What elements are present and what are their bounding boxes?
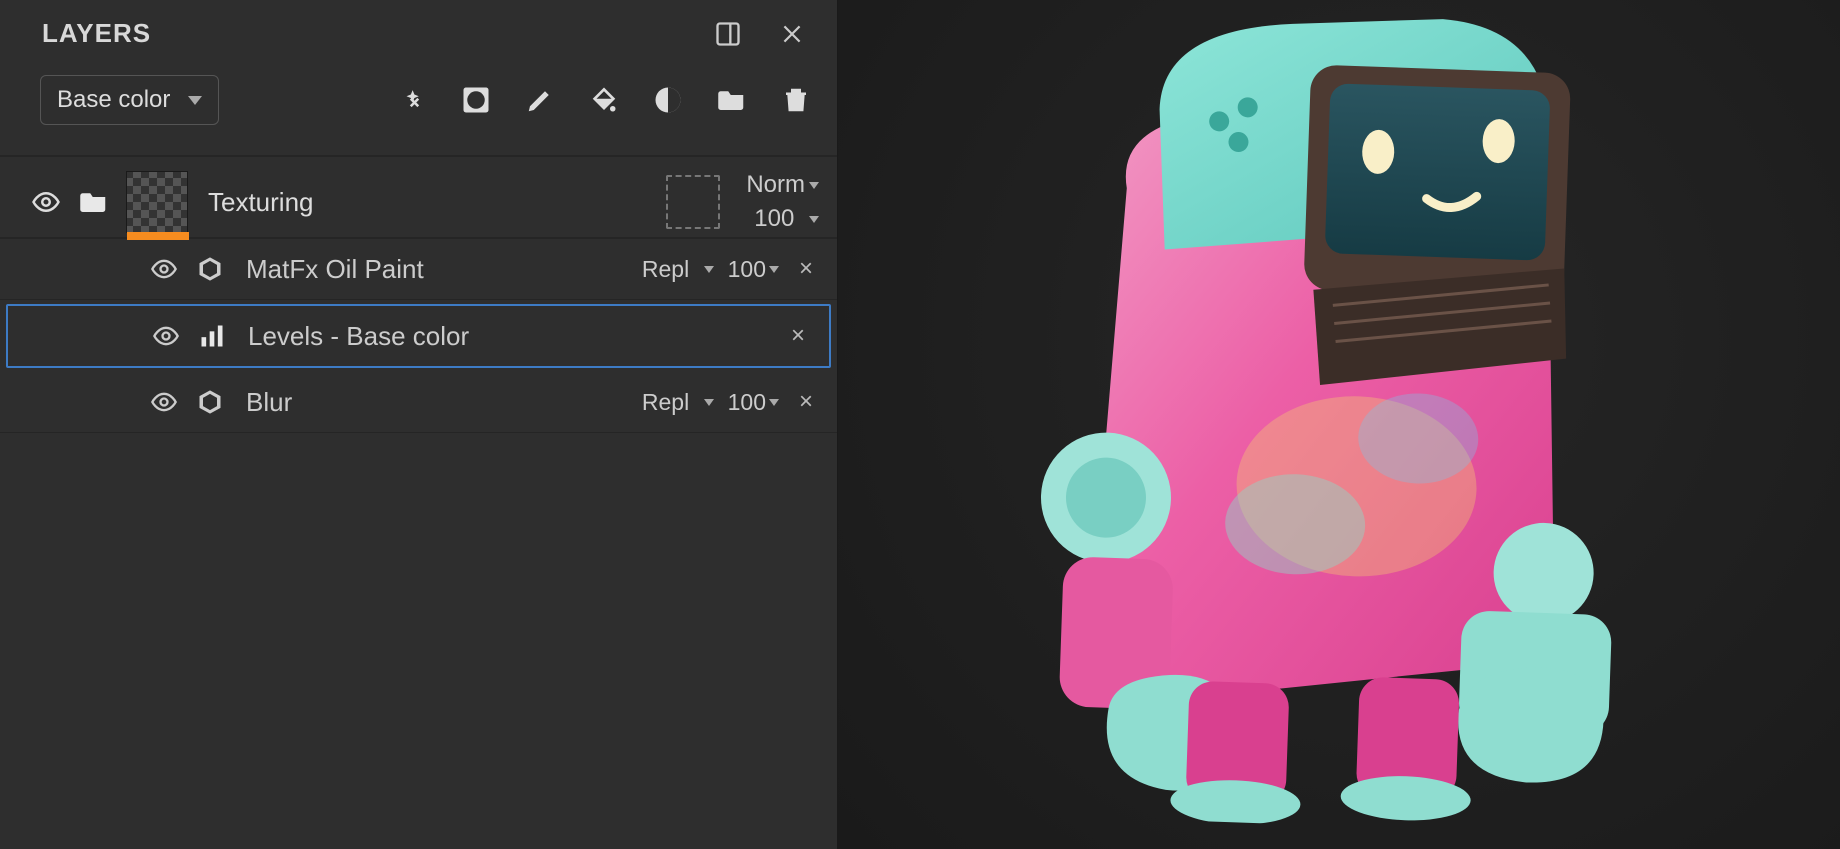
visibility-toggle-icon[interactable] <box>148 253 180 285</box>
mask-slot[interactable] <box>666 175 720 229</box>
layers-toolbar: Base color <box>0 67 837 157</box>
smart-effect-icon <box>196 255 224 283</box>
chevron-down-icon <box>809 182 819 189</box>
opacity-control[interactable]: 100 <box>728 389 779 416</box>
blend-mode-label: Repl <box>642 389 689 416</box>
add-group-icon[interactable] <box>717 85 747 115</box>
opacity-value: 100 <box>728 256 766 283</box>
chevron-down-icon <box>704 399 714 406</box>
layer-group-row[interactable]: Texturing Norm 100 <box>0 157 837 239</box>
blend-mode-label: Repl <box>642 256 689 283</box>
group-name-label: Texturing <box>208 187 652 218</box>
sublayer-controls: × <box>785 322 811 350</box>
remove-layer-icon[interactable]: × <box>785 322 811 350</box>
blend-mode-dropdown[interactable]: Norm <box>746 171 819 199</box>
channel-dropdown[interactable]: Base color <box>40 75 219 125</box>
sublayer-name-label: Levels - Base color <box>248 321 769 352</box>
add-effect-icon[interactable] <box>397 85 427 115</box>
add-fill-layer-icon[interactable] <box>589 85 619 115</box>
add-smart-material-icon[interactable] <box>653 85 683 115</box>
layer-thumbnail <box>126 171 188 233</box>
sublayer-name-label: MatFx Oil Paint <box>246 254 626 285</box>
sublayer-row[interactable]: MatFx Oil Paint Repl 100 × <box>0 239 837 300</box>
add-paint-layer-icon[interactable] <box>525 85 555 115</box>
viewport-3d[interactable] <box>838 0 1840 849</box>
sublayer-row[interactable]: Levels - Base color × <box>6 304 831 368</box>
toolbar-icons <box>397 85 811 115</box>
blend-mode-label: Norm <box>746 171 805 199</box>
visibility-toggle-icon[interactable] <box>148 386 180 418</box>
opacity-value: 100 <box>754 205 794 233</box>
visibility-toggle-icon[interactable] <box>150 320 182 352</box>
group-settings: Norm 100 <box>746 171 819 233</box>
opacity-control[interactable]: 100 <box>754 205 819 233</box>
layers-list: Texturing Norm 100 MatFx Oil Paint Repl … <box>0 157 837 849</box>
chevron-down-icon <box>188 96 202 105</box>
delete-layer-icon[interactable] <box>781 85 811 115</box>
smart-effect-icon <box>196 388 224 416</box>
panel-header: LAYERS <box>0 0 837 67</box>
chevron-down-icon <box>704 266 714 273</box>
blend-mode-dropdown[interactable]: Repl <box>642 389 714 416</box>
levels-icon <box>198 322 226 350</box>
panel-title: LAYERS <box>42 18 151 49</box>
add-mask-icon[interactable] <box>461 85 491 115</box>
blend-mode-dropdown[interactable]: Repl <box>642 256 714 283</box>
chevron-down-icon <box>769 399 779 406</box>
chevron-down-icon <box>809 216 819 223</box>
opacity-value: 100 <box>728 389 766 416</box>
sublayer-row[interactable]: Blur Repl 100 × <box>0 372 837 433</box>
panel-layout-icon[interactable] <box>713 19 743 49</box>
folder-icon <box>76 187 112 217</box>
layers-panel: LAYERS Base color <box>0 0 838 849</box>
thumbnail-accent-bar <box>127 232 189 240</box>
channel-dropdown-label: Base color <box>57 86 170 114</box>
chevron-down-icon <box>769 266 779 273</box>
sublayer-name-label: Blur <box>246 387 626 418</box>
visibility-toggle-icon[interactable] <box>30 186 62 218</box>
opacity-control[interactable]: 100 <box>728 256 779 283</box>
header-icon-group <box>713 19 807 49</box>
sublayer-controls: Repl 100 × <box>642 388 819 416</box>
remove-layer-icon[interactable]: × <box>793 388 819 416</box>
remove-layer-icon[interactable]: × <box>793 255 819 283</box>
sublayer-controls: Repl 100 × <box>642 255 819 283</box>
robot-model-preview <box>985 0 1653 835</box>
close-panel-icon[interactable] <box>777 19 807 49</box>
